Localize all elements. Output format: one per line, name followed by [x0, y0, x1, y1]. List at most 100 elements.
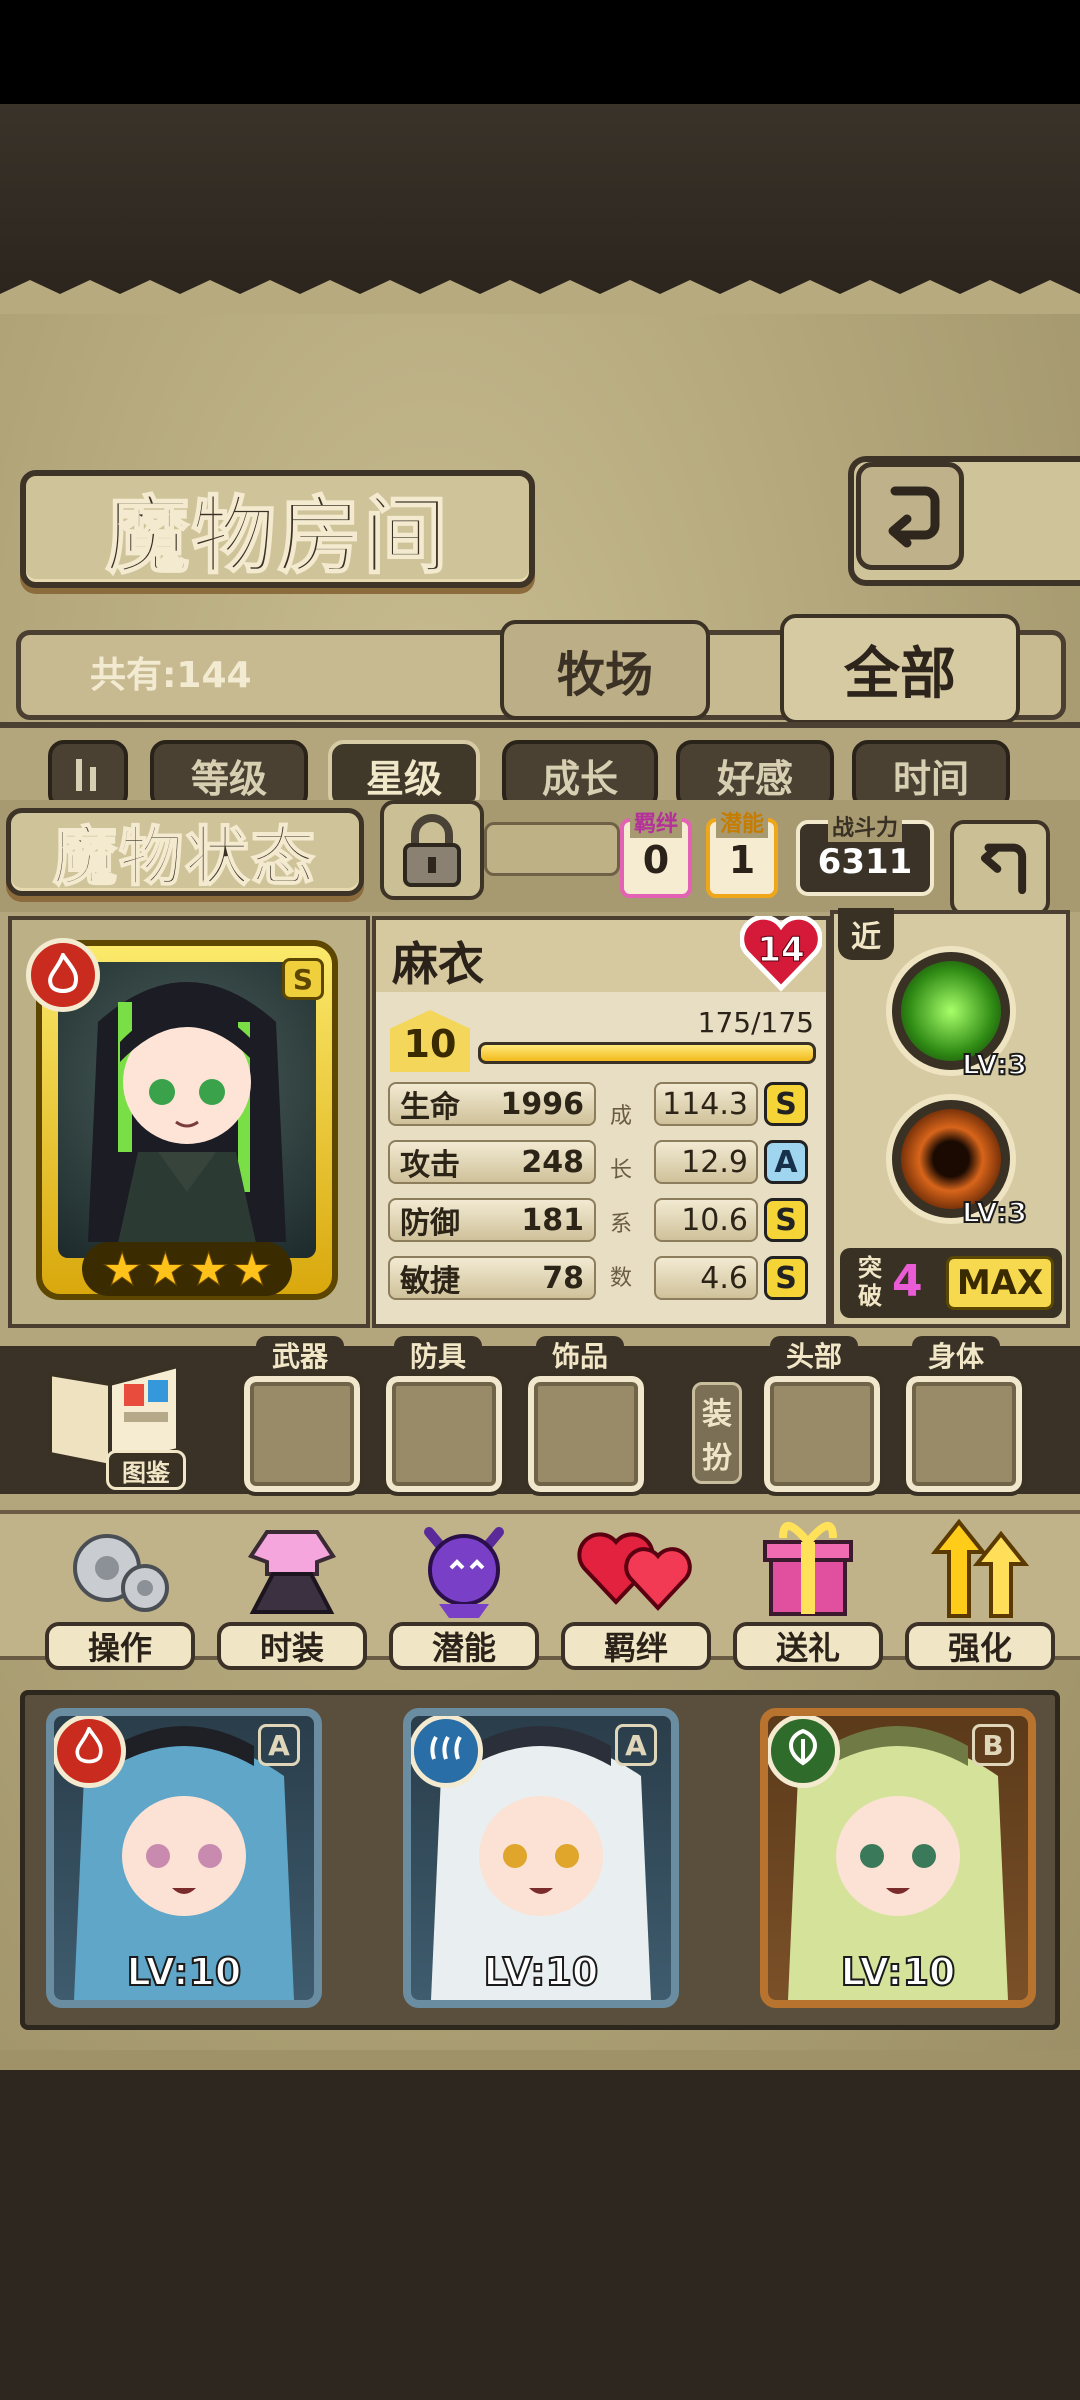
codex-button[interactable]: 图鉴 — [40, 1354, 190, 1494]
breakthrough-bar: 突 破 4 MAX — [840, 1248, 1062, 1318]
breakthrough-label: 突 破 — [848, 1254, 892, 1310]
growth-value: 114.3 — [662, 1086, 748, 1122]
element-badge — [54, 1716, 126, 1788]
fire-icon — [48, 953, 78, 993]
growth-box: 114.3 — [654, 1082, 758, 1126]
fire-icon — [72, 1724, 106, 1776]
growth-char: 成 — [610, 1104, 633, 1129]
return-arrow-icon — [888, 486, 940, 548]
bond-value: 0 — [642, 838, 670, 882]
dress-icon — [237, 1512, 347, 1622]
potential-value: 1 — [728, 838, 756, 882]
potential-label: 潜能 — [715, 806, 768, 838]
stat-label: 防御 — [400, 1206, 460, 1241]
app-root: { "header": {"title": "魔物房间"}, "collecti… — [0, 0, 1080, 2400]
stat-row: 生命 1996 114.3 S — [388, 1082, 812, 1130]
growth-char: 系 — [610, 1212, 633, 1237]
menu-button-gift[interactable]: 送礼 — [728, 1510, 888, 1670]
orange-skill-icon — [901, 1109, 1001, 1209]
star-icon: ★ — [231, 1242, 273, 1297]
star-icon: ★ — [101, 1242, 143, 1297]
exp-bar-fill — [481, 1045, 813, 1061]
menu-label: 送礼 — [733, 1622, 883, 1670]
action-menu: 操作 时装 潜能 羁绊 送礼 强化 — [40, 1510, 1060, 1690]
star-filter-strip[interactable] — [484, 822, 620, 876]
rarity-badge: S — [282, 958, 324, 1000]
weapon-slot[interactable] — [240, 1372, 364, 1496]
growth-grade-badge: S — [764, 1082, 808, 1126]
menu-button-gear[interactable]: 操作 — [40, 1510, 200, 1670]
element-fire-icon — [26, 938, 100, 1012]
monster-card[interactable]: A LV:10 — [46, 1708, 322, 2008]
card-level: LV:10 — [840, 1949, 957, 1995]
rarity-badge: A — [258, 1724, 300, 1766]
monster-portrait — [58, 962, 316, 1258]
exp-text: 175/175 — [697, 1006, 814, 1039]
menu-button-hearts[interactable]: 羁绊 — [556, 1510, 716, 1670]
status-title: 魔物状态 — [52, 820, 317, 896]
monster-card-row: A LV:10 A LV:10 B LV:10 — [46, 1708, 1036, 2018]
stat-box: 攻击 248 — [388, 1140, 596, 1184]
level-value: 10 — [403, 1022, 457, 1066]
exp-bar — [478, 1042, 816, 1064]
armor-slot[interactable] — [382, 1372, 506, 1496]
menu-label: 时装 — [217, 1622, 367, 1670]
lock-button[interactable] — [380, 800, 484, 900]
range-badge: 近 — [838, 908, 894, 960]
skill-1-level: LV:3 — [961, 1047, 1028, 1082]
demon-icon — [409, 1512, 519, 1622]
growth-value: 4.6 — [700, 1260, 748, 1296]
accessory-slot[interactable] — [524, 1372, 648, 1496]
menu-button-arrows-up[interactable]: 强化 — [900, 1510, 1060, 1670]
dress-up-label: 装 扮 — [692, 1382, 742, 1484]
tab-ranch[interactable]: 牧场 — [500, 620, 710, 720]
menu-label: 潜能 — [389, 1622, 539, 1670]
power-label: 战斗力 — [827, 810, 902, 842]
stat-label: 攻击 — [400, 1148, 460, 1183]
stats-table: 生命 1996 114.3 S 攻击 248 12.9 A 防御 181 10.6 S 敏捷 78 4.6 S — [388, 1082, 812, 1318]
growth-box: 10.6 — [654, 1198, 758, 1242]
stat-value: 248 — [521, 1144, 584, 1180]
potential-badge: 潜能 1 — [706, 806, 778, 898]
affection-heart[interactable]: 14 — [740, 916, 822, 992]
stat-row: 防御 181 10.6 S — [388, 1198, 812, 1246]
monster-card[interactable]: B LV:10 — [760, 1708, 1036, 2008]
breakthrough-label-top: 突 — [858, 1254, 882, 1282]
power-value: 6311 — [817, 842, 913, 882]
stat-box: 生命 1996 — [388, 1082, 596, 1126]
head-slot[interactable] — [760, 1372, 884, 1496]
stat-value: 1996 — [500, 1086, 585, 1122]
monster-card[interactable]: A LV:10 — [403, 1708, 679, 2008]
star-icon: ★ — [187, 1242, 230, 1297]
dress-up-label-bottom: 扮 — [702, 1441, 732, 1476]
back-button[interactable] — [856, 462, 964, 570]
breakthrough-label-bottom: 破 — [858, 1282, 882, 1310]
star-icon: ★ — [144, 1242, 186, 1297]
skill-2-button[interactable]: LV:3 — [886, 1094, 1028, 1230]
growth-grade-badge: S — [764, 1256, 808, 1300]
skill-1-button[interactable]: LV:3 — [886, 946, 1028, 1082]
monster-count: 共有:144 — [90, 655, 252, 696]
stat-box: 敏捷 78 — [388, 1256, 596, 1300]
card-level: LV:10 — [126, 1949, 243, 1995]
growth-vertical-label: 成 长 系 数 — [610, 1098, 633, 1292]
menu-label: 强化 — [905, 1622, 1055, 1670]
tab-all[interactable]: 全部 — [780, 614, 1020, 724]
stat-label: 敏捷 — [400, 1264, 460, 1299]
element-badge — [411, 1716, 483, 1788]
bond-badge: 羁绊 0 — [620, 806, 692, 898]
breakthrough-value: 4 — [892, 1256, 923, 1307]
menu-button-demon[interactable]: 潜能 — [384, 1510, 544, 1670]
arrows-up-icon — [925, 1512, 1035, 1622]
menu-button-dress[interactable]: 时装 — [212, 1510, 372, 1670]
stat-value: 181 — [521, 1202, 584, 1238]
body-slot[interactable] — [902, 1372, 1026, 1496]
sort-icon — [76, 759, 96, 791]
gear-icon — [65, 1512, 175, 1622]
skill-2-level: LV:3 — [961, 1195, 1028, 1230]
affection-value: 14 — [757, 930, 805, 971]
status-back-button[interactable] — [950, 820, 1050, 916]
status-bar-area — [0, 0, 1080, 104]
growth-box: 4.6 — [654, 1256, 758, 1300]
stat-label: 生命 — [400, 1090, 460, 1125]
